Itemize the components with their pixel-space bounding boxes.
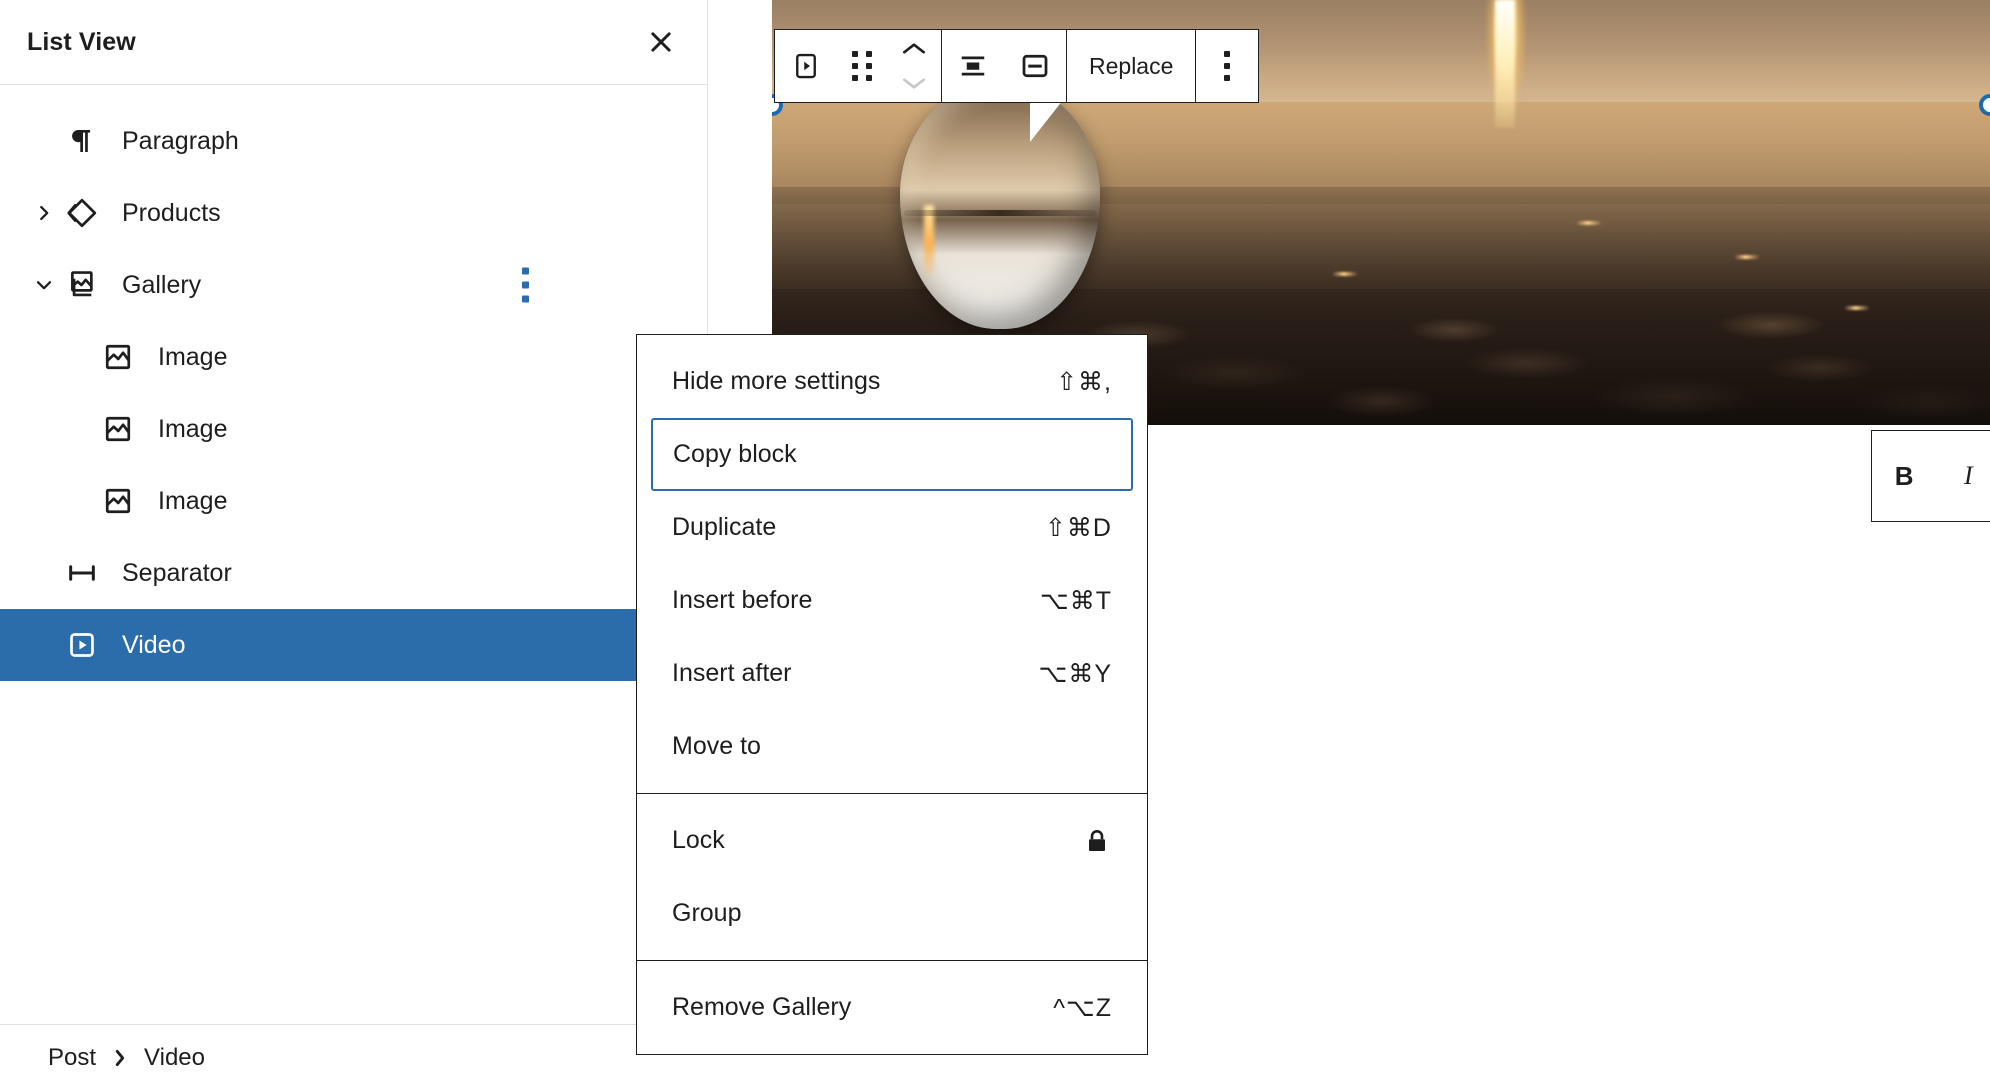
menu-item-group[interactable]: Group <box>637 877 1147 950</box>
page-title: List View <box>27 28 136 57</box>
block-list-item-label: Separator <box>122 559 232 588</box>
drag-handle-icon[interactable] <box>837 30 887 102</box>
block-list-item-label: Image <box>158 487 227 516</box>
menu-item-shortcut: ⇧⌘, <box>1056 367 1112 397</box>
video-icon <box>60 628 104 662</box>
video-highlight <box>1576 221 1602 225</box>
image-icon <box>96 412 140 446</box>
block-list-item-separator[interactable]: Separator <box>0 537 707 609</box>
breadcrumb: Post Video <box>0 1024 708 1090</box>
lock-icon <box>1082 826 1112 856</box>
breadcrumb-item-video[interactable]: Video <box>144 1044 205 1072</box>
dropdown-section-2: Remove Gallery ^⌥Z <box>637 961 1147 1054</box>
menu-item-shortcut: ⌥⌘Y <box>1039 659 1112 689</box>
separator-icon <box>60 556 104 590</box>
dropdown-section-1: Lock Group <box>637 794 1147 961</box>
block-mover <box>887 30 941 102</box>
menu-item-label: Group <box>672 899 741 928</box>
video-highlight <box>1332 272 1358 276</box>
menu-item-label: Lock <box>672 826 725 855</box>
chevron-right-icon <box>112 1047 128 1069</box>
menu-item-duplicate[interactable]: Duplicate ⇧⌘D <box>637 491 1147 564</box>
gallery-icon <box>60 268 104 302</box>
toolbar-group-replace: Replace <box>1067 30 1196 102</box>
align-none-icon[interactable] <box>942 30 1004 102</box>
menu-item-shortcut: ⇧⌘D <box>1045 513 1112 543</box>
block-list-item-label: Video <box>122 631 186 660</box>
block-list-item-video[interactable]: Video <box>0 609 636 681</box>
menu-item-label: Insert after <box>672 659 792 688</box>
move-up-button[interactable] <box>891 32 937 66</box>
close-icon[interactable] <box>633 14 689 70</box>
menu-item-lock[interactable]: Lock <box>637 804 1147 877</box>
menu-item-label: Remove Gallery <box>672 993 851 1022</box>
block-list-item-gallery[interactable]: Gallery <box>0 249 707 321</box>
bold-button[interactable]: B <box>1872 431 1936 521</box>
move-down-button[interactable] <box>891 66 937 100</box>
block-list-item-label: Image <box>158 343 227 372</box>
block-list-item-label: Gallery <box>122 271 201 300</box>
menu-item-copy-block[interactable]: Copy block <box>651 418 1133 491</box>
block-list-item-kebab-menu-icon[interactable] <box>522 268 529 303</box>
replace-button[interactable]: Replace <box>1067 30 1195 102</box>
menu-item-insert-before[interactable]: Insert before ⌥⌘T <box>637 564 1147 637</box>
block-options-dropdown: Hide more settings ⇧⌘, Copy block Duplicate… <box>636 334 1148 1055</box>
cover-icon <box>60 196 104 230</box>
block-list-item-paragraph[interactable]: Paragraph <box>0 105 707 177</box>
block-options-kebab-icon[interactable] <box>1196 30 1258 102</box>
menu-item-insert-after[interactable]: Insert after ⌥⌘Y <box>637 637 1147 710</box>
expand-chevron-right-icon[interactable] <box>28 202 60 224</box>
image-icon <box>96 340 140 374</box>
menu-item-remove-gallery[interactable]: Remove Gallery ^⌥Z <box>637 971 1147 1044</box>
breadcrumb-item-post[interactable]: Post <box>48 1044 96 1072</box>
italic-button[interactable]: I <box>1936 431 1990 521</box>
toolbar-group-block <box>775 30 942 102</box>
align-wide-icon[interactable] <box>1004 30 1066 102</box>
video-sphere-flare <box>924 205 934 279</box>
paragraph-icon <box>60 124 104 158</box>
block-list-item-label: Products <box>122 199 221 228</box>
video-highlight <box>1844 306 1870 310</box>
list-view-panel: List View Paragraph Products Gallery Imag… <box>0 0 708 1090</box>
block-list: Paragraph Products Gallery Image Image Im… <box>0 85 707 681</box>
block-list-item-image-5[interactable]: Image <box>0 465 707 537</box>
dropdown-section-0: Hide more settings ⇧⌘, Copy block Duplicate… <box>637 335 1147 794</box>
block-toolbar: Replace <box>774 29 1259 103</box>
toolbar-group-more <box>1196 30 1258 102</box>
menu-item-label: Move to <box>672 732 761 761</box>
editor-screen: Replace B I <box>0 0 1990 1090</box>
format-toolbar: B I <box>1871 430 1990 522</box>
block-list-item-image-4[interactable]: Image <box>0 393 707 465</box>
menu-item-label: Duplicate <box>672 513 776 542</box>
menu-item-label: Hide more settings <box>672 367 880 396</box>
video-sun-glint <box>1495 0 1515 128</box>
collapse-chevron-down-icon[interactable] <box>28 274 60 296</box>
menu-item-hide-more-settings[interactable]: Hide more settings ⇧⌘, <box>637 345 1147 418</box>
list-view-header: List View <box>0 0 707 85</box>
block-list-item-label: Paragraph <box>122 127 239 156</box>
block-list-item-label: Image <box>158 415 227 444</box>
toolbar-group-align <box>942 30 1067 102</box>
image-icon <box>96 484 140 518</box>
video-block-icon[interactable] <box>775 30 837 102</box>
block-list-item-image-3[interactable]: Image <box>0 321 707 393</box>
menu-item-shortcut: ⌥⌘T <box>1040 586 1112 616</box>
menu-item-label: Copy block <box>673 440 797 469</box>
menu-item-label: Insert before <box>672 586 812 615</box>
menu-item-shortcut: ^⌥Z <box>1053 993 1112 1023</box>
video-highlight <box>1734 255 1760 259</box>
menu-item-move-to[interactable]: Move to <box>637 710 1147 783</box>
block-list-item-products[interactable]: Products <box>0 177 707 249</box>
